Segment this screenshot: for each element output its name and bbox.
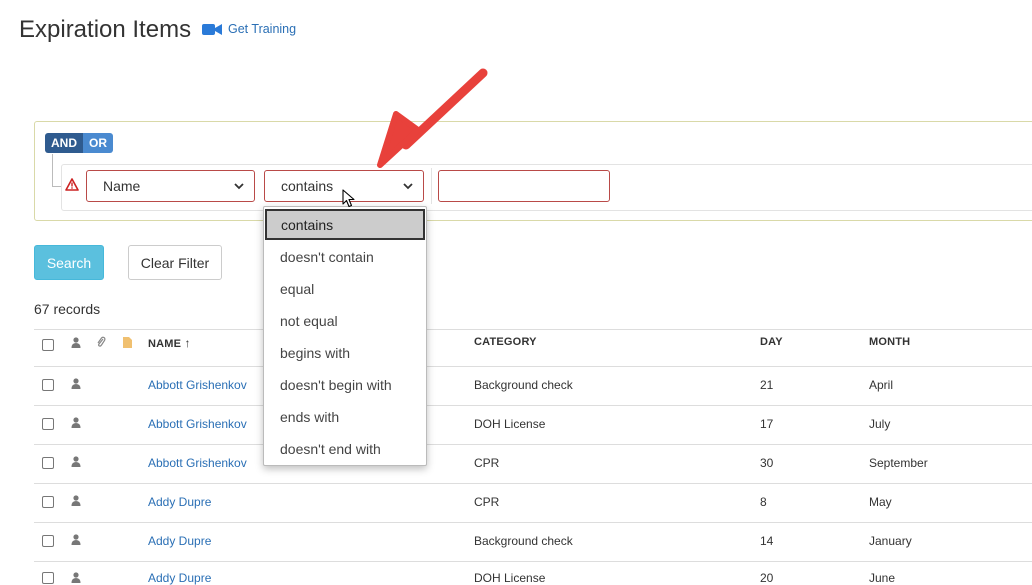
person-icon	[71, 378, 81, 389]
person-icon	[71, 534, 81, 545]
header-divider	[34, 366, 1032, 367]
row-name-link[interactable]: Abbott Grishenkov	[148, 417, 247, 431]
row-name-link[interactable]: Addy Dupre	[148, 495, 211, 509]
row-category: Background check	[474, 534, 573, 548]
clear-filter-button[interactable]: Clear Filter	[128, 245, 222, 280]
page-title: Expiration Items	[19, 16, 192, 43]
operator-select-value: contains	[281, 178, 334, 194]
row-month: May	[869, 495, 892, 509]
person-icon	[71, 337, 81, 348]
person-icon	[71, 572, 81, 583]
row-day: 17	[760, 417, 774, 431]
row-divider	[34, 561, 1032, 562]
tree-connector-branch	[52, 186, 61, 187]
row-category: DOH License	[474, 417, 546, 431]
select-all-checkbox[interactable]	[42, 339, 54, 351]
row-divider	[34, 522, 1032, 523]
operator-option-doesnt-end-with[interactable]: doesn't end with	[264, 433, 426, 465]
operator-dropdown-list: contains doesn't contain equal not equal…	[263, 206, 427, 466]
row-day: 14	[760, 534, 774, 548]
row-day: 20	[760, 571, 774, 585]
document-icon	[123, 337, 132, 348]
person-icon	[71, 417, 81, 428]
get-training-link[interactable]: Get Training	[202, 22, 296, 36]
column-header-day[interactable]: DAY	[760, 336, 783, 348]
field-select[interactable]: Name	[86, 170, 255, 202]
row-category: DOH License	[474, 571, 546, 585]
row-divider	[34, 444, 1032, 445]
row-checkbox[interactable]	[42, 457, 54, 469]
tree-connector	[52, 154, 53, 187]
warning-icon	[65, 178, 79, 191]
person-icon	[71, 456, 81, 467]
row-checkbox[interactable]	[42, 496, 54, 508]
row-name-link[interactable]: Addy Dupre	[148, 534, 211, 548]
row-divider	[34, 405, 1032, 406]
row-name-link[interactable]: Addy Dupre	[148, 571, 211, 585]
row-divider	[34, 483, 1032, 484]
and-button[interactable]: AND	[45, 133, 83, 153]
row-category: CPR	[474, 456, 500, 470]
row-checkbox[interactable]	[42, 535, 54, 547]
operator-option-doesnt-begin-with[interactable]: doesn't begin with	[264, 369, 426, 401]
table-top-border	[34, 329, 1032, 330]
records-count: 67 records	[34, 301, 101, 317]
field-select-value: Name	[103, 178, 141, 194]
column-header-name[interactable]: NAME ↑	[148, 336, 191, 350]
operator-option-equal[interactable]: equal	[264, 273, 426, 305]
row-month: September	[869, 456, 928, 470]
mouse-cursor-icon	[342, 189, 355, 208]
column-header-category[interactable]: CATEGORY	[474, 336, 537, 348]
row-month: July	[869, 417, 891, 431]
row-month: January	[869, 534, 912, 548]
row-name-link[interactable]: Abbott Grishenkov	[148, 456, 247, 470]
operator-option-not-equal[interactable]: not equal	[264, 305, 426, 337]
logic-toggle: AND OR	[45, 133, 113, 153]
operator-option-begins-with[interactable]: begins with	[264, 337, 426, 369]
search-button[interactable]: Search	[34, 245, 104, 280]
paperclip-icon	[97, 336, 106, 347]
get-training-label: Get Training	[228, 22, 297, 36]
video-camera-icon	[202, 23, 222, 35]
chevron-down-icon	[234, 182, 244, 189]
row-checkbox[interactable]	[42, 418, 54, 430]
operator-option-doesnt-contain[interactable]: doesn't contain	[264, 241, 426, 273]
row-month: June	[869, 571, 896, 585]
annotation-arrow-icon	[377, 68, 488, 168]
person-icon	[71, 495, 81, 506]
row-month: April	[869, 378, 894, 392]
row-category: Background check	[474, 378, 573, 392]
row-name-link[interactable]: Abbott Grishenkov	[148, 378, 247, 392]
row-day: 21	[760, 378, 774, 392]
row-checkbox[interactable]	[42, 379, 54, 391]
or-button[interactable]: OR	[83, 133, 113, 153]
row-category: CPR	[474, 495, 500, 509]
row-checkbox[interactable]	[42, 572, 54, 584]
operator-option-contains[interactable]: contains	[265, 209, 425, 240]
column-header-month[interactable]: MONTH	[869, 336, 910, 348]
chevron-down-icon	[403, 182, 413, 189]
row-day: 8	[760, 495, 767, 509]
sort-arrow-icon: ↑	[184, 336, 191, 350]
row-day: 30	[760, 456, 774, 470]
operator-option-ends-with[interactable]: ends with	[264, 401, 426, 433]
